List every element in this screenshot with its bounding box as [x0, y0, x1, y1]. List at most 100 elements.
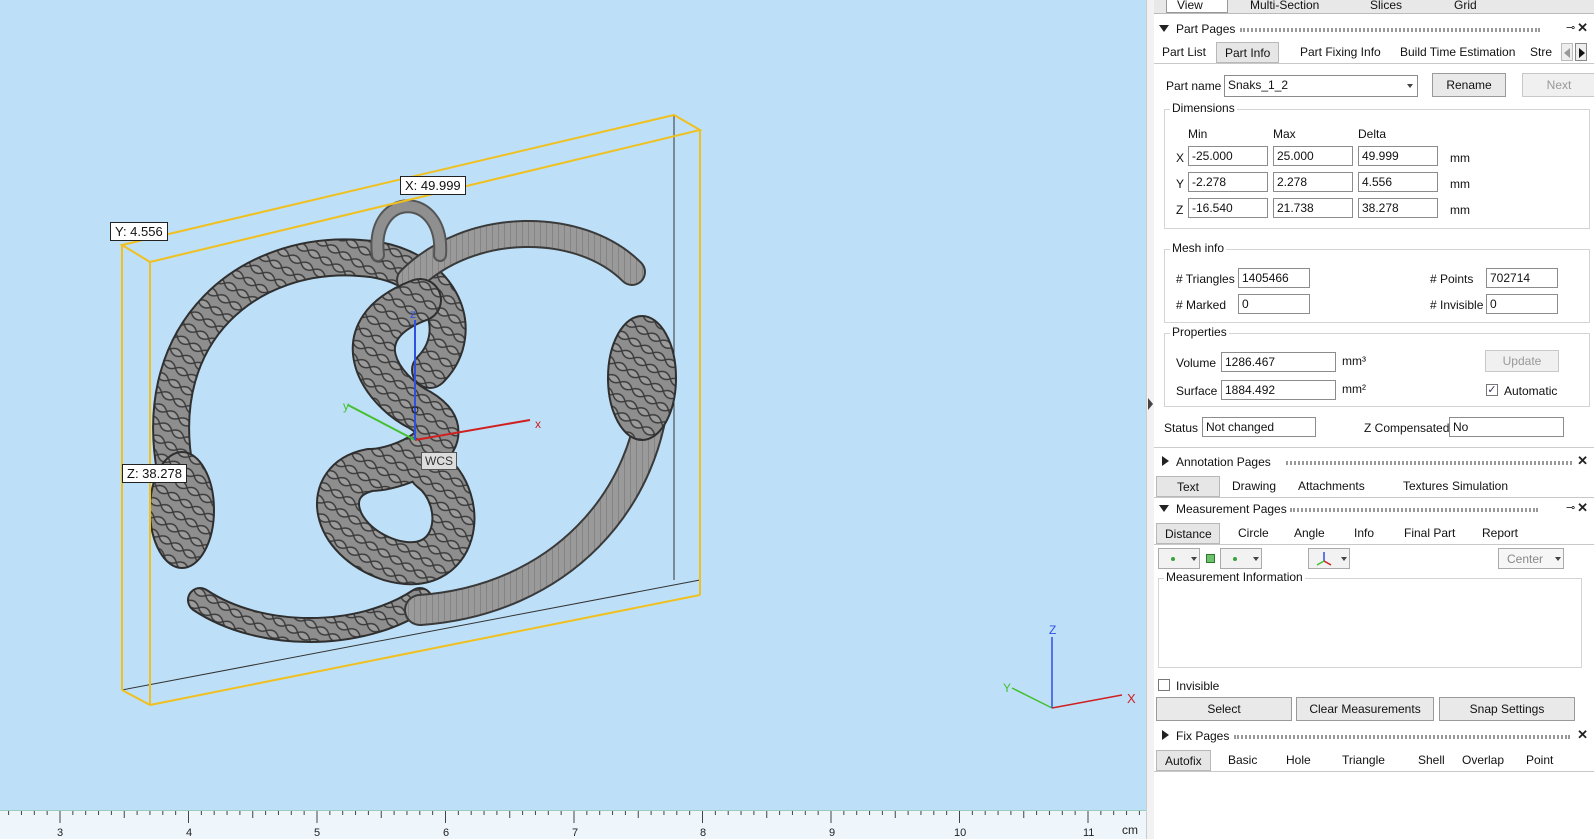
z-compensated-label: Z Compensated [1364, 421, 1450, 435]
tab-part-info[interactable]: Part Info [1216, 42, 1280, 63]
point-b-selector[interactable] [1220, 548, 1262, 569]
tab-part-list[interactable]: Part List [1154, 42, 1214, 63]
tab-text[interactable]: Text [1156, 476, 1220, 497]
collapse-arrow-icon[interactable] [1148, 398, 1153, 410]
measurement-pages-title: Measurement Pages [1176, 502, 1287, 516]
tab-triangle[interactable]: Triangle [1334, 750, 1393, 771]
expand-triangle-icon[interactable] [1162, 730, 1169, 740]
part-pages-header[interactable]: Part Pages ⊸ ✕ [1154, 19, 1594, 39]
expand-triangle-icon[interactable] [1162, 456, 1169, 466]
point-icon [1171, 557, 1175, 561]
close-icon[interactable]: ✕ [1577, 500, 1588, 516]
annotation-pages-header[interactable]: Annotation Pages ✕ [1154, 452, 1594, 472]
part-pages-tabs: Part List Part Info Part Fixing Info Bui… [1154, 42, 1594, 64]
dim-y-min[interactable]: -2.278 [1188, 172, 1268, 192]
tab-view[interactable]: View [1166, 0, 1228, 13]
scene-canvas[interactable]: x y z X Y Z [0, 0, 1146, 812]
tab-build-time-estimation[interactable]: Build Time Estimation [1392, 42, 1523, 63]
header-grip [1234, 735, 1570, 739]
marked-field[interactable]: 0 [1238, 294, 1310, 314]
triad-x-label: X [1127, 691, 1136, 706]
invisible-field[interactable]: 0 [1486, 294, 1558, 314]
chevron-down-icon [1253, 557, 1259, 561]
tab-part-fixing-info[interactable]: Part Fixing Info [1292, 42, 1389, 63]
tab-attachments[interactable]: Attachments [1290, 476, 1373, 497]
panel-splitter[interactable] [1146, 0, 1154, 839]
volume-field[interactable]: 1286.467 [1221, 352, 1336, 372]
measurement-pages-header[interactable]: Measurement Pages ⊸ ✕ [1154, 499, 1594, 519]
tab-report[interactable]: Report [1474, 523, 1526, 544]
tab-overlap[interactable]: Overlap [1454, 750, 1512, 771]
clear-measurements-button[interactable]: Clear Measurements [1296, 697, 1434, 721]
tab-multi-section[interactable]: Multi-Section [1240, 0, 1329, 13]
tab-final-part[interactable]: Final Part [1396, 523, 1463, 544]
dim-x-delta[interactable]: 49.999 [1358, 146, 1438, 166]
pin-icon[interactable]: ⊸ [1566, 501, 1575, 514]
close-icon[interactable]: ✕ [1577, 727, 1588, 743]
tab-circle[interactable]: Circle [1230, 523, 1277, 544]
invisible-checkbox[interactable] [1158, 679, 1170, 691]
chevron-down-icon [1191, 557, 1197, 561]
dim-z-delta[interactable]: 38.278 [1358, 198, 1438, 218]
dim-z-min[interactable]: -16.540 [1188, 198, 1268, 218]
part-name-label: Part name [1166, 79, 1222, 93]
tab-drawing[interactable]: Drawing [1224, 476, 1284, 497]
invisible-checkbox-label: Invisible [1176, 679, 1220, 693]
surface-unit: mm² [1342, 382, 1366, 396]
dim-y-delta[interactable]: 4.556 [1358, 172, 1438, 192]
tab-grid[interactable]: Grid [1444, 0, 1487, 13]
tab-hole[interactable]: Hole [1278, 750, 1319, 771]
snake-model [152, 199, 671, 643]
dim-x-min[interactable]: -25.000 [1188, 146, 1268, 166]
dim-z-max[interactable]: 21.738 [1273, 198, 1353, 218]
mesh-info-title: Mesh info [1170, 241, 1227, 255]
tab-slices[interactable]: Slices [1360, 0, 1412, 13]
collapse-triangle-icon[interactable] [1159, 25, 1169, 32]
tab-point[interactable]: Point [1518, 750, 1561, 771]
surface-field[interactable]: 1884.492 [1221, 380, 1336, 400]
tab-simulation[interactable]: Simulation [1444, 476, 1516, 497]
dim-x-max[interactable]: 25.000 [1273, 146, 1353, 166]
wcs-axis-y-label: y [343, 399, 349, 413]
header-grip [1240, 28, 1540, 32]
tab-distance[interactable]: Distance [1156, 523, 1220, 544]
fix-pages-title: Fix Pages [1176, 729, 1230, 743]
3d-viewport[interactable]: x y z X Y Z X: 49.999 Y: 4.556 Z: 38.278… [0, 0, 1146, 839]
link-icon[interactable] [1206, 554, 1215, 563]
fix-pages-header[interactable]: Fix Pages ✕ [1154, 726, 1594, 746]
close-icon[interactable]: ✕ [1577, 20, 1588, 36]
points-field[interactable]: 702714 [1486, 268, 1558, 288]
next-button[interactable]: Next [1522, 73, 1594, 97]
triad-z-label: Z [1049, 623, 1056, 637]
tab-scroll-right-icon[interactable] [1575, 43, 1587, 61]
tab-angle[interactable]: Angle [1286, 523, 1333, 544]
status-field[interactable]: Not changed [1202, 417, 1316, 437]
point-a-selector[interactable] [1158, 548, 1200, 569]
dim-axis-x: X [1176, 151, 1185, 165]
dim-y-max[interactable]: 2.278 [1273, 172, 1353, 192]
snap-settings-button[interactable]: Snap Settings [1439, 697, 1575, 721]
fix-tabs: Autofix Basic Hole Triangle Shell Overla… [1154, 750, 1594, 772]
select-button[interactable]: Select [1156, 697, 1292, 721]
tab-shell[interactable]: Shell [1410, 750, 1453, 771]
automatic-label: Automatic [1504, 384, 1558, 398]
tab-scroll-left-icon[interactable] [1561, 43, 1573, 61]
ruler-label: 11 [1083, 827, 1095, 839]
close-icon[interactable]: ✕ [1577, 453, 1588, 469]
update-button[interactable]: Update [1485, 350, 1559, 372]
triangles-field[interactable]: 1405466 [1238, 268, 1310, 288]
ruler-label: 8 [700, 827, 707, 839]
automatic-checkbox[interactable]: ✓ [1486, 384, 1498, 396]
part-name-select[interactable]: Snaks_1_2 [1224, 75, 1418, 97]
axis-mode-selector[interactable] [1308, 548, 1350, 569]
pin-icon[interactable]: ⊸ [1566, 21, 1575, 34]
rename-button[interactable]: Rename [1432, 73, 1506, 97]
tab-autofix[interactable]: Autofix [1156, 750, 1211, 771]
z-compensated-field[interactable]: No [1449, 417, 1564, 437]
ruler-label: 7 [572, 827, 579, 839]
tab-basic[interactable]: Basic [1220, 750, 1265, 771]
collapse-triangle-icon[interactable] [1159, 505, 1169, 512]
center-select[interactable]: Center [1498, 548, 1564, 569]
tab-info[interactable]: Info [1346, 523, 1382, 544]
tab-stre[interactable]: Stre [1522, 42, 1560, 63]
